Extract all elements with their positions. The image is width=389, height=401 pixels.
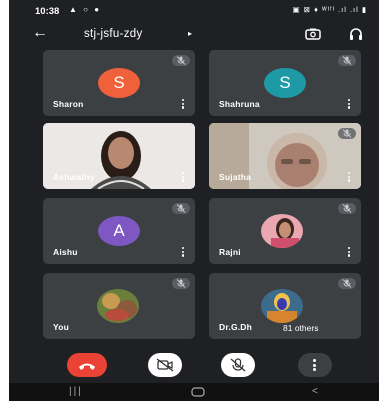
more-vert-icon[interactable]	[348, 99, 351, 109]
others-count: 81 others	[281, 323, 321, 333]
camera-switch-icon[interactable]	[305, 28, 321, 40]
participant-tile[interactable]: S Shahruna	[209, 50, 361, 116]
participant-tile-overflow[interactable]: Dr.G.Dh 81 others	[209, 273, 361, 339]
participant-tile[interactable]: A Aishu	[43, 198, 195, 264]
meeting-header: ← stj-jsfu-zdy ▸	[9, 22, 379, 48]
status-time: 10:38	[35, 6, 60, 17]
participant-tile-self[interactable]: You	[43, 273, 195, 339]
more-vert-icon[interactable]	[182, 172, 185, 182]
mic-off-icon	[338, 55, 356, 66]
participant-name: Sujatha	[219, 172, 252, 182]
back-arrow-icon[interactable]: ←	[32, 25, 48, 41]
meet-screen: 10:38 ▲ ○ ● ▣ ⊠ ♦ ᵂᴵᶠᴵ .ıl .ıl ▮ ← stj-j…	[9, 0, 379, 401]
end-call-button[interactable]	[67, 353, 107, 377]
participant-name: Rajni	[219, 247, 241, 257]
avatar: S	[98, 68, 140, 98]
meeting-title[interactable]: stj-jsfu-zdy	[84, 28, 143, 40]
participant-name: You	[53, 322, 70, 332]
participant-video-tile[interactable]: Sujatha	[209, 123, 361, 189]
status-right-icons: ▣ ⊠ ♦ ᵂᴵᶠᴵ .ıl .ıl ▮	[292, 5, 367, 14]
chevron-right-icon[interactable]: ▸	[188, 29, 192, 38]
avatar: A	[98, 216, 140, 246]
mic-off-icon	[338, 278, 356, 289]
home-icon[interactable]	[191, 387, 205, 397]
mic-off-icon	[338, 203, 356, 214]
more-vert-icon	[313, 359, 316, 371]
participant-tile[interactable]: S Sharon	[43, 50, 195, 116]
avatar	[261, 214, 303, 248]
avatar	[261, 289, 303, 323]
participant-video-tile[interactable]: Ashwathy	[43, 123, 195, 189]
mic-off-icon	[172, 203, 190, 214]
more-options-button[interactable]	[298, 353, 332, 377]
call-controls	[9, 349, 379, 379]
system-nav-bar: ||| <	[9, 383, 379, 401]
headset-icon[interactable]	[349, 27, 363, 41]
more-vert-icon[interactable]	[182, 99, 185, 109]
mic-off-icon	[172, 278, 190, 289]
participant-tile[interactable]: Rajni	[209, 198, 361, 264]
mic-off-icon	[338, 128, 356, 139]
more-vert-icon[interactable]	[182, 247, 185, 257]
end-call-icon	[79, 363, 95, 370]
video-off-icon	[156, 358, 174, 372]
mic-off-icon	[172, 55, 190, 66]
recent-apps-icon[interactable]: |||	[69, 386, 83, 397]
status-bar: 10:38 ▲ ○ ● ▣ ⊠ ♦ ᵂᴵᶠᴵ .ıl .ıl ▮	[9, 0, 379, 22]
participant-name: Sharon	[53, 99, 84, 109]
participant-name: Dr.G.Dh	[219, 322, 253, 332]
participant-name: Ashwathy	[53, 172, 95, 182]
more-vert-icon[interactable]	[348, 172, 351, 182]
mic-toggle-button[interactable]	[221, 353, 255, 377]
participant-name: Aishu	[53, 247, 78, 257]
camera-toggle-button[interactable]	[148, 353, 182, 377]
mic-off-icon	[230, 358, 246, 372]
status-left-icons: ▲ ○ ●	[69, 5, 102, 14]
participant-name: Shahruna	[219, 99, 260, 109]
avatar: S	[264, 68, 306, 98]
more-vert-icon[interactable]	[348, 247, 351, 257]
avatar	[97, 289, 139, 323]
back-icon[interactable]: <	[312, 386, 318, 397]
